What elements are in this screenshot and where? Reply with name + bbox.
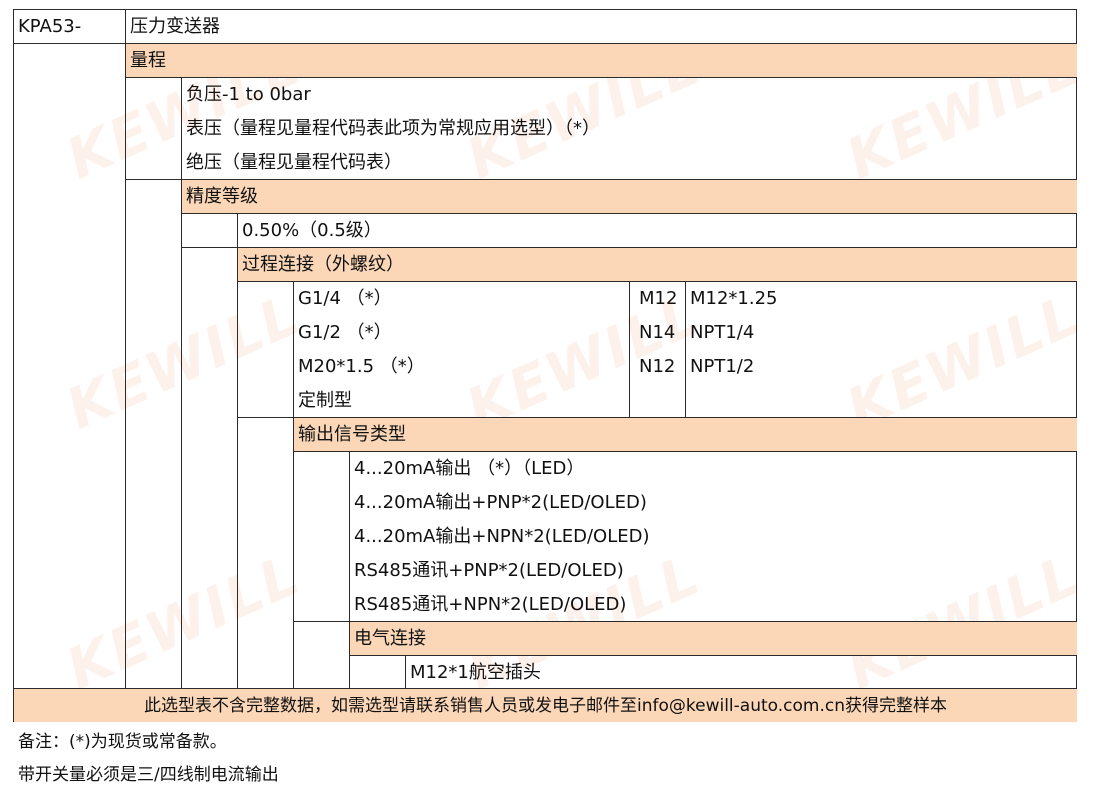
accuracy-title: 精度等级 [186,186,258,207]
rule [182,247,1077,248]
output-option: 4...20mA输出+PNP*2(LED/OLED) [354,492,647,513]
electrical-option: M12*1航空插头 [410,662,541,683]
connection-option: M20*1.5 （*） [298,356,425,377]
model-code: KPA53- [18,16,82,37]
note-line: 带开关量必须是三/四线制电流输出 [18,765,279,785]
connection-title: 过程连接（外螺纹） [242,254,404,275]
connection-code-value: NPT1/2 [690,356,755,377]
rule [294,451,1077,452]
footer-notice: 此选型表不含完整数据，如需选型请联系销售人员或发电子邮件至info@kewill… [144,696,947,716]
range-title: 量程 [130,50,166,71]
rule [293,281,294,689]
rule [126,77,1077,78]
range-option: 绝压（量程见量程代码表） [186,152,402,173]
connection-code: N12 [639,356,676,377]
connection-code: M12 [639,288,678,309]
electrical-title: 电气连接 [354,628,426,649]
output-band [294,418,1077,451]
rule [182,213,1077,214]
output-option: 4...20mA输出+NPN*2(LED/OLED) [354,526,650,547]
accuracy-band [182,180,1077,213]
connection-code-value: NPT1/4 [690,322,755,343]
rule [685,281,686,417]
output-option: RS485通讯+NPN*2(LED/OLED) [354,594,627,615]
output-title: 输出信号类型 [298,424,406,445]
connection-option: G1/4 （*） [298,288,392,309]
rule [238,417,1077,418]
rule [14,43,1077,44]
output-option: 4...20mA输出 （*）（LED） [354,458,585,479]
rule [14,688,1077,689]
connection-code: N14 [639,322,676,343]
rule [349,451,350,689]
rule [629,281,630,417]
rule [238,281,1077,282]
range-option: 负压-1 to 0bar [186,84,311,105]
connection-code-value: M12*1.25 [690,288,778,309]
rule [181,77,182,689]
accuracy-option: 0.50%（0.5级） [242,220,382,241]
rule [125,10,126,689]
rule [350,655,1077,656]
rule [126,179,1077,180]
output-option: RS485通讯+PNP*2(LED/OLED) [354,560,624,581]
electrical-band [350,622,1077,655]
connection-option: G1/2 （*） [298,322,392,343]
rule [237,213,238,689]
note-line: 备注：(*)为现货或常备款。 [18,732,227,752]
range-band [126,44,1077,77]
rule [294,621,1077,622]
range-option: 表压（量程见量程代码表此项为常规应用选型）（*） [186,118,600,139]
connection-option: 定制型 [298,390,352,411]
product-name: 压力变送器 [130,16,220,37]
rule [405,655,406,689]
selection-table: KPA53- 压力变送器 量程 负压-1 to 0bar 表压（量程见量程代码表… [13,9,1077,722]
